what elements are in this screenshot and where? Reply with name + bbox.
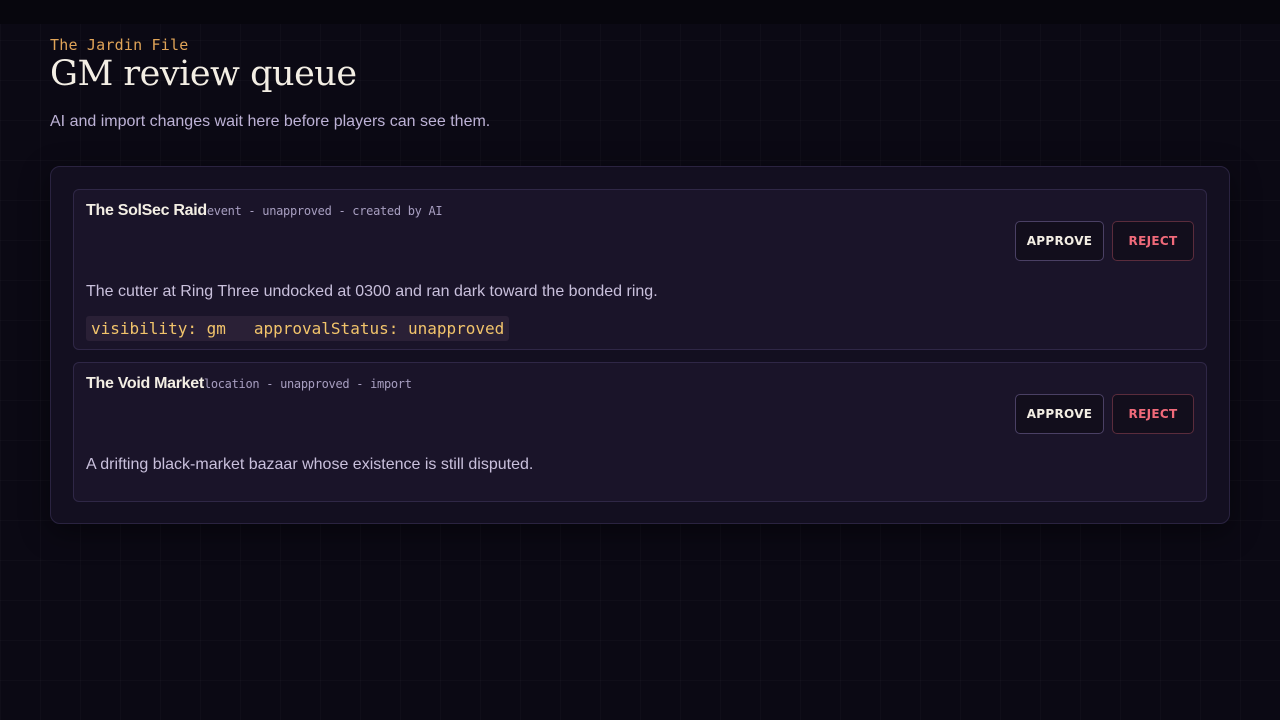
page-subtitle: AI and import changes wait here before p… [50, 113, 491, 130]
queue-item: The SolSec Raid event - unapproved - cre… [73, 189, 1207, 350]
queue-item-fields: visibility: gm approvalStatus: unapproved [86, 316, 510, 341]
approve-button[interactable]: APPROVE [1015, 394, 1104, 434]
page-title: GM review queue [50, 54, 357, 94]
queue-item-header: The SolSec Raid event - unapproved - cre… [86, 202, 443, 220]
queue-item-title: The SolSec Raid [86, 202, 207, 219]
reject-button[interactable]: REJECT [1112, 221, 1194, 261]
queue-item-description: A drifting black-market bazaar whose exi… [86, 456, 534, 473]
queue-item: The Void Market location - unapproved - … [73, 362, 1207, 502]
top-band [0, 0, 1280, 24]
approval-status-field: approvalStatus: unapproved [253, 319, 505, 338]
visibility-field: visibility: gm [91, 319, 226, 338]
review-queue-panel: The SolSec Raid event - unapproved - cre… [50, 166, 1230, 524]
reject-button[interactable]: REJECT [1112, 394, 1194, 434]
queue-item-meta: event - unapproved - created by AI [206, 204, 443, 218]
queue-item-header: The Void Market location - unapproved - … [86, 375, 412, 393]
queue-item-meta: location - unapproved - import [203, 377, 412, 391]
queue-item-title: The Void Market [86, 375, 204, 392]
approve-button[interactable]: APPROVE [1015, 221, 1104, 261]
queue-item-description: The cutter at Ring Three undocked at 030… [86, 283, 658, 300]
campaign-name: The Jardin File [50, 36, 189, 54]
